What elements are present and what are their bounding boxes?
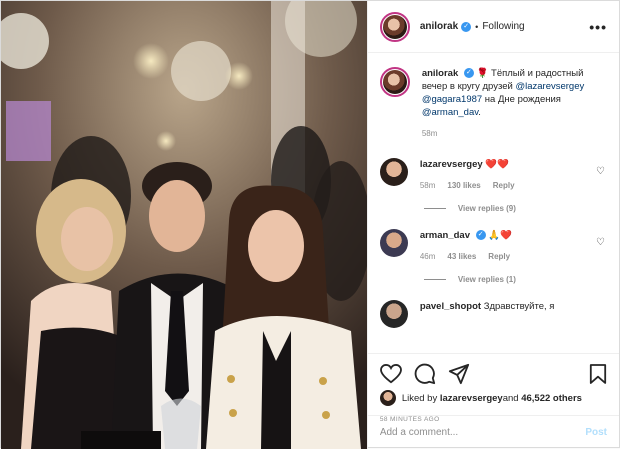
mention-link[interactable]: @lazarevsergey bbox=[515, 81, 584, 92]
divider-line bbox=[423, 208, 446, 209]
reply-button[interactable]: Reply bbox=[493, 179, 515, 192]
comment-meta: 46m 43 likes Reply bbox=[420, 250, 607, 263]
comment-likes[interactable]: 130 likes bbox=[447, 179, 480, 192]
post-photo[interactable] bbox=[1, 1, 367, 449]
header-username[interactable]: anilorak bbox=[420, 21, 458, 32]
comment-input[interactable] bbox=[379, 427, 586, 438]
comments-list[interactable]: anilorak ✓ 🌹 Тёплый и радостный вечер в … bbox=[368, 53, 619, 353]
view-replies-label: View replies (9) bbox=[457, 204, 516, 213]
caption-body: anilorak ✓ 🌹 Тёплый и радостный вечер в … bbox=[422, 67, 607, 140]
comment-item: arman_dav ✓ 🙏❤️ 46m 43 likes Reply ♡ bbox=[379, 229, 607, 263]
comment-like-heart-icon[interactable]: ♡ bbox=[596, 237, 605, 248]
following-button[interactable]: Following bbox=[482, 21, 524, 32]
comment-avatar[interactable] bbox=[379, 158, 408, 186]
comment-body: pavel_shopot Здравствуйте, я bbox=[420, 300, 607, 328]
comment-avatar[interactable] bbox=[379, 300, 408, 328]
view-replies-label: View replies (1) bbox=[457, 275, 516, 284]
verified-badge-icon: ✓ bbox=[463, 68, 474, 79]
comment-body: lazarevsergey ❤️❤️ 58m 130 likes Reply bbox=[420, 158, 607, 192]
comment-username[interactable]: pavel_shopot bbox=[420, 301, 481, 312]
post-side-panel: anilorak ✓ • Following ••• anilorak ✓ 🌹 … bbox=[366, 1, 619, 449]
comment-username[interactable]: lazarevsergey bbox=[420, 159, 483, 170]
share-paper-plane-icon[interactable] bbox=[448, 363, 470, 385]
post-actions: Liked by lazarevsergey and 46,522 others… bbox=[367, 353, 619, 449]
avatar[interactable] bbox=[379, 11, 410, 42]
caption-avatar[interactable] bbox=[379, 67, 410, 97]
view-replies-button[interactable]: View replies (1) bbox=[423, 275, 607, 284]
comment-avatar[interactable] bbox=[379, 229, 408, 257]
caption: anilorak ✓ 🌹 Тёплый и радостный вечер в … bbox=[379, 67, 607, 140]
separator-dot: • bbox=[475, 21, 479, 32]
reply-button[interactable]: Reply bbox=[488, 250, 510, 263]
view-replies-button[interactable]: View replies (9) bbox=[423, 204, 607, 213]
caption-text: . bbox=[478, 107, 481, 118]
caption-time[interactable]: 58m bbox=[422, 127, 438, 140]
verified-badge-icon: ✓ bbox=[461, 21, 472, 32]
comment-text: Здравствуйте, я bbox=[483, 301, 555, 312]
post-button[interactable]: Post bbox=[585, 427, 607, 438]
comment-like-heart-icon[interactable]: ♡ bbox=[596, 166, 605, 177]
caption-text: на Дне рождения bbox=[482, 94, 561, 105]
comment-bubble-icon[interactable] bbox=[414, 363, 436, 385]
action-icons bbox=[379, 360, 607, 388]
verified-badge-icon: ✓ bbox=[475, 230, 486, 241]
comment-text: 🙏❤️ bbox=[488, 230, 512, 241]
post-header: anilorak ✓ • Following ••• bbox=[367, 1, 619, 53]
add-comment-bar: Post bbox=[367, 415, 619, 449]
liked-by-username[interactable]: lazarevsergey bbox=[440, 393, 503, 404]
comment-time[interactable]: 46m bbox=[420, 250, 436, 263]
likes-middle: and bbox=[502, 392, 519, 404]
like-heart-icon[interactable] bbox=[379, 364, 402, 384]
save-bookmark-icon[interactable] bbox=[589, 363, 607, 385]
comment-username[interactable]: arman_dav bbox=[420, 230, 470, 241]
likes-prefix: Liked by bbox=[401, 392, 438, 404]
mention-link[interactable]: @gagara1987 bbox=[422, 94, 482, 105]
likes-count[interactable]: 46,522 others bbox=[521, 393, 582, 404]
more-options-icon[interactable]: ••• bbox=[589, 19, 607, 35]
comment-text: ❤️❤️ bbox=[485, 159, 509, 170]
instagram-post-modal: anilorak ✓ • Following ••• anilorak ✓ 🌹 … bbox=[0, 0, 620, 449]
liked-by-avatar[interactable] bbox=[379, 390, 396, 406]
comment-body: arman_dav ✓ 🙏❤️ 46m 43 likes Reply bbox=[420, 229, 607, 263]
rose-emoji: 🌹 bbox=[476, 68, 489, 79]
comment-item: lazarevsergey ❤️❤️ 58m 130 likes Reply ♡ bbox=[379, 158, 607, 192]
caption-username[interactable]: anilorak bbox=[422, 68, 458, 79]
comment-meta: 58m 130 likes Reply bbox=[420, 179, 607, 192]
post-image bbox=[1, 1, 367, 449]
comment-likes[interactable]: 43 likes bbox=[447, 250, 476, 263]
comment-item: pavel_shopot Здравствуйте, я bbox=[379, 300, 607, 328]
caption-meta: 58m bbox=[422, 127, 607, 140]
mention-link[interactable]: @arman_dav bbox=[422, 107, 478, 118]
divider-line bbox=[423, 279, 446, 280]
likes-summary: Liked by lazarevsergey and 46,522 others bbox=[379, 390, 607, 406]
comment-time[interactable]: 58m bbox=[420, 179, 436, 192]
